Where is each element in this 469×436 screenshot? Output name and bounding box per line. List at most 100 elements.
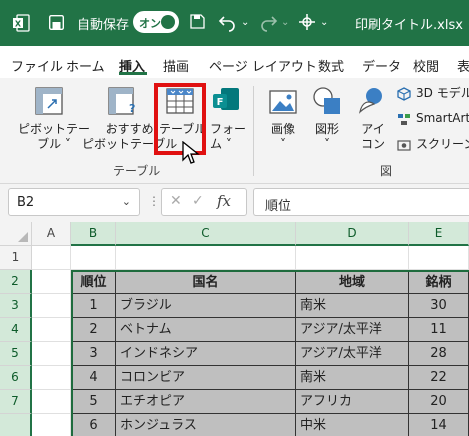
table-cell[interactable]: 3 — [71, 342, 116, 366]
cell-a6[interactable] — [32, 366, 71, 390]
cell-c1[interactable] — [116, 246, 296, 270]
undo-icon[interactable] — [218, 12, 238, 32]
column-header-e[interactable]: E — [409, 222, 469, 246]
cell-d1[interactable] — [296, 246, 409, 270]
cell-a5[interactable] — [32, 342, 71, 366]
tab-review[interactable]: 校閲 — [413, 56, 439, 75]
touch-mode-icon[interactable] — [297, 12, 317, 32]
row-header-1[interactable]: 1 — [0, 246, 32, 270]
table-cell[interactable]: アジア/太平洋 — [296, 318, 409, 342]
ribbon-tabs: ファイル ホーム 挿入 描画 ページ レイアウト 数式 データ 校閲 表 — [0, 46, 469, 78]
row-header-2[interactable]: 2 — [0, 270, 32, 294]
forms-label[interactable]: フォー ム ˅ — [210, 122, 246, 152]
table-cell[interactable]: 20 — [409, 390, 469, 414]
table-header-brands[interactable]: 銘柄 — [409, 270, 469, 294]
image-icon[interactable] — [269, 88, 297, 116]
smartart-label[interactable]: SmartArt — [416, 111, 469, 126]
pivot-table-label[interactable]: ピボットテー ブル ˅ — [18, 122, 90, 152]
redo-dropdown-icon[interactable]: ⌄ — [281, 17, 289, 28]
cell-a1[interactable] — [32, 246, 71, 270]
table-cell[interactable]: 4 — [71, 366, 116, 390]
table-cell[interactable]: 14 — [409, 414, 469, 436]
tab-home[interactable]: ホーム — [66, 56, 105, 75]
image-label[interactable]: 画像 ˅ — [271, 122, 295, 152]
tab-file[interactable]: ファイル — [11, 56, 63, 75]
table-header-rank[interactable]: 順位 — [71, 270, 116, 294]
smartart-icon[interactable] — [397, 112, 411, 126]
table-cell[interactable]: アジア/太平洋 — [296, 342, 409, 366]
autosave-state: オン — [139, 17, 161, 30]
cell-a3[interactable] — [32, 294, 71, 318]
cancel-icon[interactable]: ✕ — [170, 193, 182, 209]
table-cell[interactable]: 6 — [71, 414, 116, 436]
3d-model-icon[interactable] — [397, 87, 411, 101]
table-cell[interactable]: 1 — [71, 294, 116, 318]
column-header-c[interactable]: C — [116, 222, 296, 246]
tab-view[interactable]: 表 — [457, 56, 469, 75]
title-bar: X 自動保存 オン ⌄ ⌄ ⌄ 印刷タイトル.xlsx • 保 — [0, 0, 469, 46]
autosave-label: 自動保存 — [77, 18, 130, 33]
table-cell[interactable]: ホンジュラス — [116, 414, 296, 436]
table-header-country[interactable]: 国名 — [116, 270, 296, 294]
select-all-button[interactable] — [0, 222, 32, 246]
table-cell[interactable]: コロンビア — [116, 366, 296, 390]
table-cell[interactable]: 30 — [409, 294, 469, 318]
tab-data[interactable]: データ — [362, 56, 401, 75]
table-cell[interactable]: 22 — [409, 366, 469, 390]
cell-b1[interactable] — [71, 246, 116, 270]
screenshot-label[interactable]: スクリーンシ — [416, 137, 469, 152]
column-header-d[interactable]: D — [296, 222, 409, 246]
table-cell[interactable]: 南米 — [296, 366, 409, 390]
table-cell[interactable]: 2 — [71, 318, 116, 342]
save-icon[interactable] — [190, 14, 205, 29]
formula-input[interactable]: 順位 — [253, 188, 469, 216]
row-header-8[interactable] — [0, 414, 32, 436]
recommended-pivot-icon[interactable]: ? — [107, 86, 137, 116]
cell-e1[interactable] — [409, 246, 469, 270]
row-header-3[interactable]: 3 — [0, 294, 32, 318]
tab-page-layout[interactable]: ページ レイアウト — [209, 56, 317, 75]
row-header-6[interactable]: 6 — [0, 366, 32, 390]
table-cell[interactable]: 28 — [409, 342, 469, 366]
icons-label[interactable]: アイ コン — [361, 122, 385, 152]
autosave-toggle[interactable]: オン — [133, 11, 179, 33]
icons-icon[interactable] — [356, 86, 386, 116]
cell-a4[interactable] — [32, 318, 71, 342]
redo-icon[interactable] — [258, 12, 278, 32]
column-header-b[interactable]: B — [71, 222, 116, 246]
row-header-5[interactable]: 5 — [0, 342, 32, 366]
pivot-table-icon[interactable] — [34, 86, 64, 116]
column-header-a[interactable]: A — [32, 222, 71, 246]
cell-a8[interactable] — [32, 414, 71, 436]
table-cell[interactable]: 11 — [409, 318, 469, 342]
3d-model-label[interactable]: 3D モデル — [416, 86, 469, 101]
shapes-label[interactable]: 図形 ˅ — [315, 122, 339, 152]
table-cell[interactable]: アフリカ — [296, 390, 409, 414]
table-cell[interactable]: エチオピア — [116, 390, 296, 414]
screenshot-icon[interactable] — [397, 138, 411, 152]
name-box-dropdown-icon[interactable]: ⌄ — [122, 195, 131, 208]
tab-draw[interactable]: 描画 — [163, 56, 189, 75]
name-box[interactable]: B2 ⌄ — [8, 188, 140, 216]
table-cell[interactable]: ベトナム — [116, 318, 296, 342]
row-header-4[interactable]: 4 — [0, 318, 32, 342]
tab-formulas[interactable]: 数式 — [318, 56, 344, 75]
cell-a7[interactable] — [32, 390, 71, 414]
table-cell[interactable]: ブラジル — [116, 294, 296, 318]
table-cell[interactable]: インドネシア — [116, 342, 296, 366]
insert-function-icon[interactable]: fx — [217, 192, 231, 210]
save-icon[interactable] — [49, 15, 64, 30]
table-cell[interactable]: 南米 — [296, 294, 409, 318]
table-header-region[interactable]: 地域 — [296, 270, 409, 294]
forms-icon[interactable]: F — [211, 86, 241, 116]
formula-bar-splitter[interactable]: ⋮ — [148, 194, 161, 208]
enter-icon[interactable]: ✓ — [192, 193, 204, 209]
table-cell[interactable]: 5 — [71, 390, 116, 414]
table-cell[interactable]: 中米 — [296, 414, 409, 436]
cell-a2[interactable] — [32, 270, 71, 294]
shapes-icon[interactable] — [312, 86, 342, 116]
undo-dropdown-icon[interactable]: ⌄ — [241, 17, 249, 28]
file-name: 印刷タイトル.xlsx • 保 — [355, 18, 469, 33]
row-header-7[interactable]: 7 — [0, 390, 32, 414]
qat-customize-icon[interactable]: ⌄ — [320, 17, 328, 28]
